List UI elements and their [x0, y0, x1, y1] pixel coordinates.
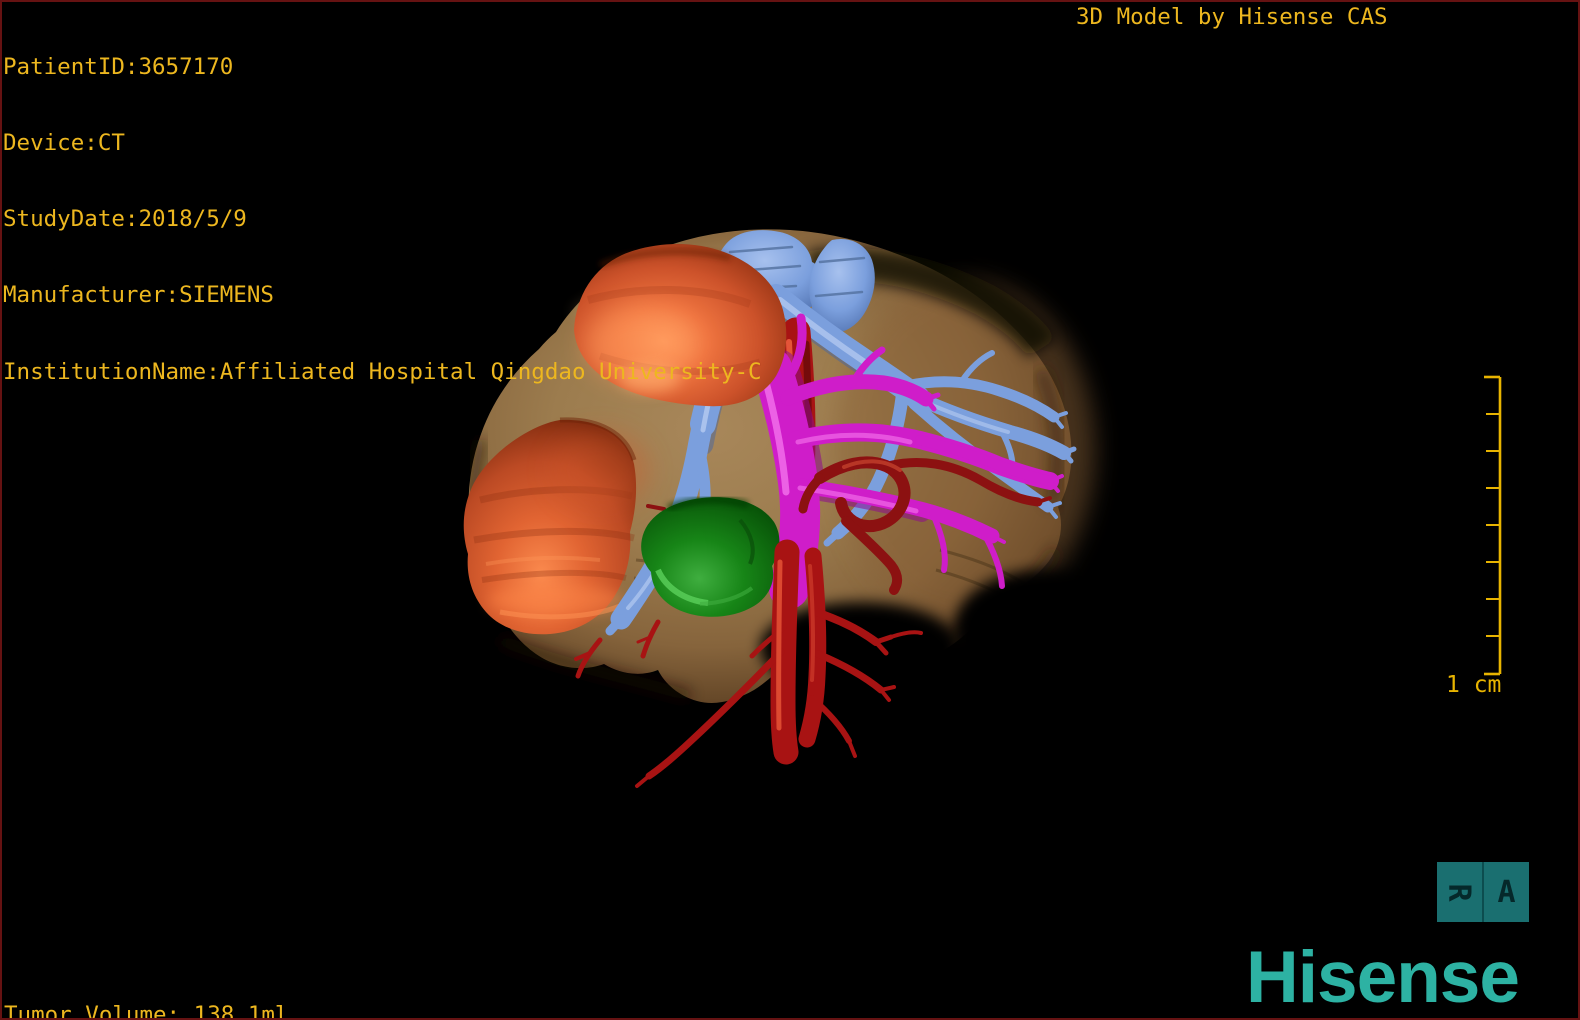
orientation-cube-widget[interactable]: R A	[1437, 862, 1529, 922]
orientation-face-right[interactable]: R	[1437, 862, 1482, 922]
manufacturer-line: Manufacturer:SIEMENS	[3, 282, 274, 309]
study-date-line: StudyDate:2018/5/9	[3, 206, 247, 233]
orientation-face-anterior[interactable]: A	[1482, 862, 1529, 922]
orientation-letter-a: A	[1497, 874, 1516, 910]
device-line: Device:CT	[3, 130, 125, 157]
institution-line: InstitutionName:Affiliated Hospital Qing…	[3, 358, 762, 385]
patient-info-block: PatientID:3657170 Device:CT StudyDate:20…	[3, 4, 762, 436]
model-watermark: 3D Model by Hisense CAS	[1076, 4, 1388, 30]
volume-info-block: Tumor Volume: 138.1ml Liver Volume: 704m…	[4, 951, 288, 1020]
scale-bar	[1484, 375, 1502, 676]
scale-bar-label: 1 cm	[1446, 672, 1502, 698]
hisense-logo: Hisense	[1246, 937, 1520, 1018]
orientation-letter-r: R	[1442, 882, 1477, 902]
patient-id-line: PatientID:3657170	[3, 53, 234, 80]
viewer-screen: PatientID:3657170 Device:CT StudyDate:20…	[0, 0, 1580, 1020]
tumor-volume-line: Tumor Volume: 138.1ml	[4, 1001, 289, 1020]
